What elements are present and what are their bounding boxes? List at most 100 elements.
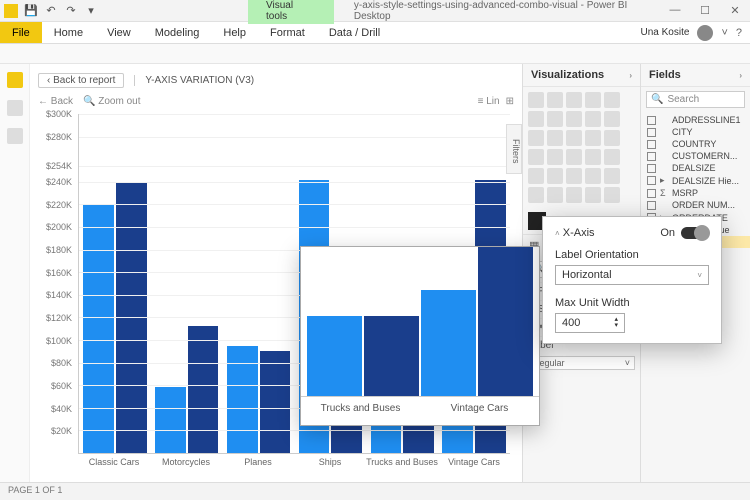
data-view-icon[interactable]	[7, 100, 23, 116]
viz-type-icon[interactable]	[604, 92, 620, 108]
viz-type-icon[interactable]	[566, 130, 582, 146]
field-item[interactable]: ▸DEALSIZE Hie...	[641, 174, 750, 187]
checkbox-icon[interactable]	[647, 201, 656, 210]
viz-type-icon[interactable]	[585, 149, 601, 165]
viz-type-icon[interactable]	[566, 92, 582, 108]
viz-type-icon[interactable]	[528, 130, 544, 146]
minimize-icon[interactable]: —	[660, 4, 690, 17]
field-item[interactable]: CITY	[641, 126, 750, 138]
viz-type-icon[interactable]	[547, 111, 563, 127]
ribbon-tab-format[interactable]: Format	[258, 22, 317, 43]
save-icon[interactable]: 💾	[24, 4, 38, 18]
chevron-right-icon[interactable]: ›	[739, 71, 742, 80]
contextual-tab-visual-tools: Visual tools	[248, 0, 334, 24]
field-item[interactable]: ADDRESSLINE1	[641, 114, 750, 126]
page-title: Y-AXIS VARIATION (V3)	[134, 75, 254, 86]
viz-type-icon[interactable]	[566, 149, 582, 165]
viz-type-icon[interactable]	[604, 187, 620, 203]
viz-type-icon[interactable]	[585, 92, 601, 108]
field-item[interactable]: DEALSIZE	[641, 162, 750, 174]
model-view-icon[interactable]	[7, 128, 23, 144]
checkbox-icon[interactable]	[647, 152, 656, 161]
app-logo-icon	[4, 4, 18, 18]
undo-icon[interactable]: ↶	[44, 4, 58, 18]
max-unit-width-label: Max Unit Width	[555, 297, 709, 309]
viz-type-icon[interactable]	[547, 187, 563, 203]
ribbon-tab-file[interactable]: File	[0, 22, 42, 43]
label-orientation-select[interactable]: Horizontal˅	[555, 265, 709, 285]
viz-type-icon[interactable]	[528, 187, 544, 203]
ribbon-tab-home[interactable]: Home	[42, 22, 95, 43]
zoom-out-button[interactable]: 🔍 Zoom out	[83, 96, 140, 107]
bar[interactable]	[188, 326, 219, 453]
field-item[interactable]: ΣMSRP	[641, 187, 750, 199]
user-name[interactable]: Una Kosite	[641, 27, 690, 38]
viz-type-icon[interactable]	[547, 130, 563, 146]
zoom-x-label: Trucks and Buses	[301, 397, 420, 425]
help-icon[interactable]: ?	[736, 27, 742, 39]
viz-type-icon[interactable]	[585, 187, 601, 203]
scale-mode-toggle[interactable]: ≡ Lin	[478, 96, 500, 107]
label-orientation-label: Label Orientation	[555, 249, 709, 261]
viz-type-icon[interactable]	[547, 168, 563, 184]
bar[interactable]	[260, 351, 291, 453]
y-tick: $80K	[51, 358, 72, 368]
checkbox-icon[interactable]	[647, 176, 656, 185]
qat-more-icon[interactable]: ▾	[84, 4, 98, 18]
viz-type-icon[interactable]	[566, 187, 582, 203]
viz-type-icon[interactable]	[528, 111, 544, 127]
viz-type-icon[interactable]	[604, 168, 620, 184]
viz-type-icon[interactable]	[528, 168, 544, 184]
ribbon-tab-help[interactable]: Help	[211, 22, 258, 43]
viz-type-icon[interactable]	[604, 149, 620, 165]
xaxis-toggle[interactable]	[681, 227, 709, 239]
viz-type-icon[interactable]	[566, 168, 582, 184]
checkbox-icon[interactable]	[647, 140, 656, 149]
chart-menu-icon[interactable]: ⊞	[506, 96, 514, 107]
y-tick: $100K	[46, 336, 72, 346]
ribbon-tab-modeling[interactable]: Modeling	[143, 22, 212, 43]
bar[interactable]	[155, 387, 186, 453]
document-title: y-axis-style-settings-using-advanced-com…	[354, 0, 660, 22]
field-item[interactable]: ORDER NUM...	[641, 199, 750, 211]
y-tick: $20K	[51, 426, 72, 436]
redo-icon[interactable]: ↷	[64, 4, 78, 18]
fields-search-input[interactable]: 🔍 Search	[646, 91, 745, 108]
viz-type-icon[interactable]	[547, 149, 563, 165]
chevron-right-icon[interactable]: ›	[629, 71, 632, 80]
checkbox-icon[interactable]	[647, 128, 656, 137]
viz-type-icon[interactable]	[528, 92, 544, 108]
ribbon-tab-data-drill[interactable]: Data / Drill	[317, 22, 392, 43]
viz-type-icon[interactable]	[585, 168, 601, 184]
y-tick: $254K	[46, 161, 72, 171]
chart-back-button[interactable]: ← Back	[38, 96, 73, 107]
viz-type-icon[interactable]	[547, 92, 563, 108]
max-unit-width-input[interactable]: 400▴▾	[555, 313, 625, 333]
checkbox-icon[interactable]	[647, 164, 656, 173]
checkbox-icon[interactable]	[647, 189, 656, 198]
ribbon-collapse-icon[interactable]: ˅	[721, 27, 727, 39]
ribbon-tab-view[interactable]: View	[95, 22, 143, 43]
viz-type-icon[interactable]	[604, 111, 620, 127]
viz-type-icon[interactable]	[604, 130, 620, 146]
filters-pane-tab[interactable]: Filters	[506, 124, 522, 174]
bar[interactable]	[83, 204, 114, 453]
chevron-up-icon[interactable]: ˄	[555, 229, 560, 238]
viz-type-icon[interactable]	[585, 130, 601, 146]
field-item[interactable]: COUNTRY	[641, 138, 750, 150]
back-to-report-button[interactable]: ‹ Back to report	[38, 73, 124, 88]
y-tick: $220K	[46, 200, 72, 210]
x-label: Vintage Cars	[438, 454, 510, 474]
maximize-icon[interactable]: ☐	[690, 4, 720, 17]
report-view-icon[interactable]	[7, 72, 23, 88]
field-item[interactable]: CUSTOMERN...	[641, 150, 750, 162]
x-label: Ships	[294, 454, 366, 474]
close-icon[interactable]: ✕	[720, 4, 750, 17]
viz-type-icon[interactable]	[566, 111, 582, 127]
y-tick: $160K	[46, 268, 72, 278]
font-style-select[interactable]: Regular˅	[528, 356, 635, 370]
avatar[interactable]	[697, 25, 713, 41]
checkbox-icon[interactable]	[647, 116, 656, 125]
viz-type-icon[interactable]	[528, 149, 544, 165]
viz-type-icon[interactable]	[585, 111, 601, 127]
